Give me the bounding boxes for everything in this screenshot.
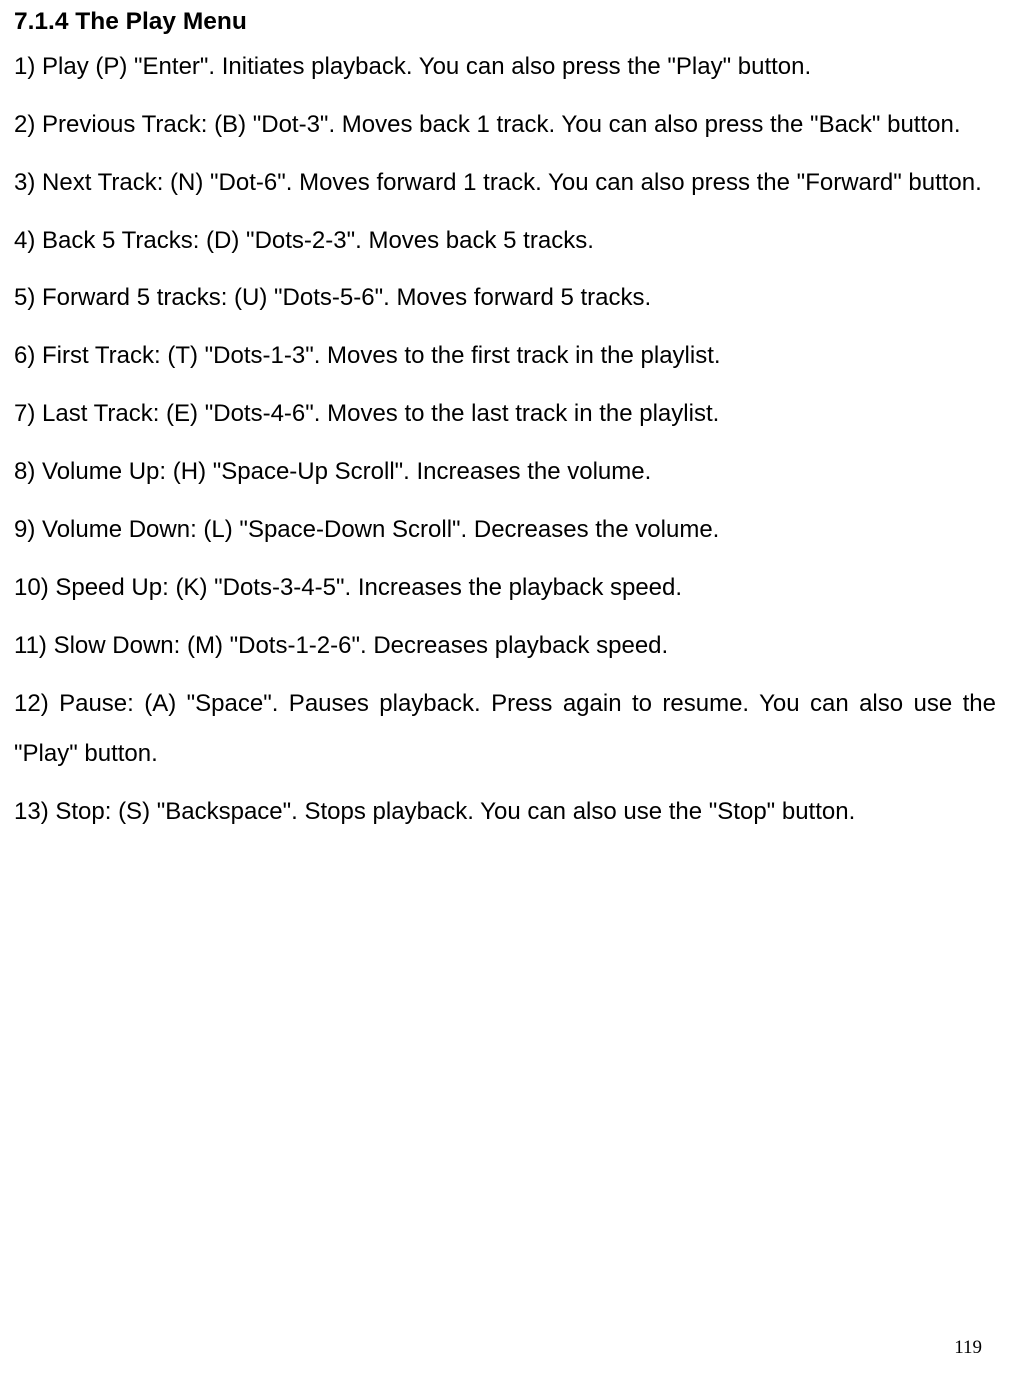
list-item: 8) Volume Up: (H) "Space-Up Scroll". Inc… — [14, 447, 996, 497]
list-item: 3) Next Track: (N) "Dot-6". Moves forwar… — [14, 158, 996, 208]
list-item: 13) Stop: (S) "Backspace". Stops playbac… — [14, 787, 996, 837]
list-item: 4) Back 5 Tracks: (D) "Dots-2-3". Moves … — [14, 216, 996, 266]
list-item: 2) Previous Track: (B) "Dot-3". Moves ba… — [14, 100, 996, 150]
list-item: 7) Last Track: (E) "Dots-4-6". Moves to … — [14, 389, 996, 439]
list-item: 9) Volume Down: (L) "Space-Down Scroll".… — [14, 505, 996, 555]
list-item: 5) Forward 5 tracks: (U) "Dots-5-6". Mov… — [14, 273, 996, 323]
section-heading: 7.1.4 The Play Menu — [14, 6, 996, 38]
list-item: 1) Play (P) "Enter". Initiates playback.… — [14, 42, 996, 92]
document-page: 7.1.4 The Play Menu 1) Play (P) "Enter".… — [0, 0, 1010, 837]
list-item: 10) Speed Up: (K) "Dots-3-4-5". Increase… — [14, 563, 996, 613]
page-number: 119 — [954, 1337, 982, 1359]
list-item: 6) First Track: (T) "Dots-1-3". Moves to… — [14, 331, 996, 381]
list-item: 12) Pause: (A) "Space". Pauses playback.… — [14, 679, 996, 779]
list-item: 11) Slow Down: (M) "Dots-1-2-6". Decreas… — [14, 621, 996, 671]
